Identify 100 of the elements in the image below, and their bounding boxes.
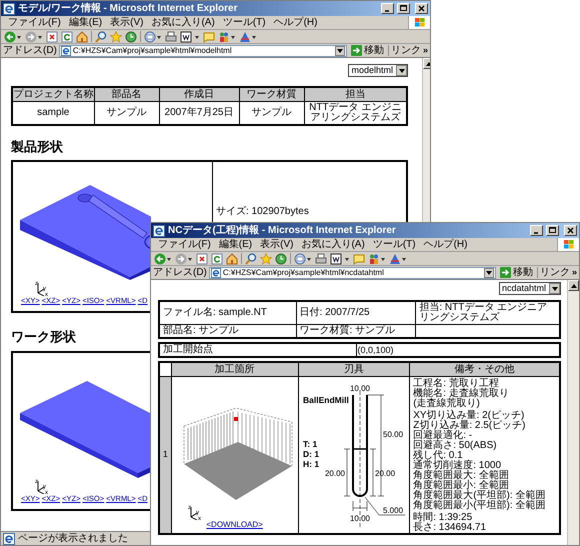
tool-parameter: H: 1 xyxy=(302,459,319,469)
download-link[interactable]: <DOWNLOAD> xyxy=(206,520,263,530)
home-button[interactable] xyxy=(76,30,88,42)
note-text: 機能名: 走査線荒取り xyxy=(413,389,510,399)
note-text: 回避最適化: - xyxy=(413,431,472,441)
close-button[interactable] xyxy=(415,3,428,14)
menu-item[interactable]: 表示(V) xyxy=(106,18,148,28)
note-text: (走査線荒取り) xyxy=(413,399,481,409)
caret-icon xyxy=(426,62,430,66)
refresh-button[interactable] xyxy=(61,30,73,42)
address-dropdown-button[interactable] xyxy=(484,268,494,278)
go-button[interactable]: 移動 xyxy=(498,267,535,278)
dimension-label: 20.00 xyxy=(324,469,345,478)
close-button[interactable] xyxy=(564,225,577,236)
caret-icon xyxy=(570,284,576,288)
page-icon xyxy=(60,46,71,56)
go-button[interactable]: 移動 xyxy=(348,45,386,56)
arrow-icon xyxy=(350,45,362,56)
dimension-label: 10.00 xyxy=(350,514,370,523)
caret-icon xyxy=(486,270,492,274)
home-icon xyxy=(76,30,88,42)
menu-item[interactable]: 編集(E) xyxy=(64,18,106,28)
history-button[interactable] xyxy=(275,252,287,264)
note-text: 残し代: 0.1 xyxy=(413,451,463,461)
column-header: プロジェクト名称 xyxy=(12,87,94,102)
close-icon xyxy=(417,4,426,13)
tool-parameter: T: 1 xyxy=(302,439,317,449)
maximize-button[interactable] xyxy=(546,225,559,236)
column-header: 部品名 xyxy=(94,87,159,102)
menu-item[interactable]: 編集(E) xyxy=(214,240,256,250)
page-icon xyxy=(210,268,221,278)
address-label: アドレス(D) xyxy=(153,268,207,278)
minimize-button[interactable] xyxy=(381,3,394,14)
menu-item[interactable]: お気に入り(A) xyxy=(297,240,369,250)
forward-button[interactable] xyxy=(175,252,193,264)
note-text: 通常切削速度: 1000 xyxy=(413,461,502,471)
edit-button[interactable] xyxy=(330,252,350,264)
stop-button[interactable] xyxy=(46,30,58,42)
menu-item[interactable]: お気に入り(A) xyxy=(147,18,219,28)
menu-item[interactable]: ツール(T) xyxy=(368,240,420,250)
menu-item[interactable]: ヘルプ(H) xyxy=(420,240,472,250)
page-dropdown[interactable]: modelhtml xyxy=(348,64,408,77)
note-text: 工程名: 荒取り工程 xyxy=(413,379,500,389)
home-button[interactable] xyxy=(226,252,238,264)
links-button[interactable]: リンク xyxy=(540,268,570,278)
forward-button[interactable] xyxy=(25,30,43,42)
vertical-scrollbar[interactable] xyxy=(567,280,579,545)
note-text: 回避高さ: 50(ABS) xyxy=(413,441,498,451)
print-icon xyxy=(315,252,327,264)
search-icon xyxy=(95,30,107,42)
minimize-button[interactable] xyxy=(530,225,543,236)
file-size-text: サイズ: 102907bytes xyxy=(216,206,309,217)
note-text: 角度範囲最大: 全範囲 xyxy=(413,471,510,481)
address-dropdown-button[interactable] xyxy=(334,46,345,56)
table-cell: 担当: NTTデータ エンジニアリングシステムズ xyxy=(416,301,560,324)
column-header: 担当 xyxy=(304,87,407,102)
edit-button[interactable] xyxy=(180,30,200,42)
more-links-button[interactable]: » xyxy=(422,46,428,55)
window-title: NCデータ(工程)情報 - Microsoft Internet Explorer xyxy=(168,226,397,236)
back-button[interactable] xyxy=(4,30,22,42)
back-icon xyxy=(154,252,172,264)
column-header: ワーク材質 xyxy=(239,87,304,102)
status-text: ページが表示されました xyxy=(18,534,128,544)
links-button[interactable]: リンク xyxy=(390,46,421,56)
page-dropdown[interactable]: ncdatahtml xyxy=(498,282,561,295)
more-links-button[interactable]: » xyxy=(572,268,577,277)
history-icon xyxy=(125,30,137,42)
stop-button[interactable] xyxy=(196,252,208,264)
search-button[interactable] xyxy=(95,30,107,42)
caret-icon xyxy=(398,68,404,72)
section-heading: ワーク形状 xyxy=(11,329,76,345)
page-icon xyxy=(3,2,15,14)
back-button[interactable] xyxy=(154,252,172,264)
scroll-up-button[interactable] xyxy=(568,280,579,291)
address-field[interactable]: C:¥HZS¥Cam¥proj¥sample¥html¥modelhtml xyxy=(58,44,347,56)
menu-item[interactable]: ファイル(F) xyxy=(4,18,65,28)
discuss-icon xyxy=(353,252,365,264)
dimension-label: 5.000 xyxy=(382,506,403,515)
menu-item[interactable]: ファイル(F) xyxy=(154,240,215,250)
row-number: 1 xyxy=(159,376,172,534)
column-header: 作成日 xyxy=(159,87,239,102)
print-button[interactable] xyxy=(315,252,327,264)
stop-icon xyxy=(196,252,208,264)
page-icon xyxy=(3,532,15,544)
address-field[interactable]: C:¥HZS¥Cam¥proj¥sample¥html¥ncdatahtml xyxy=(208,266,496,278)
arrow-icon xyxy=(500,267,511,278)
search-button[interactable] xyxy=(245,252,257,264)
print-button[interactable] xyxy=(165,30,177,42)
note-text: 角度範囲最小(平坦部): 全範囲 xyxy=(413,501,546,511)
menu-item[interactable]: ヘルプ(H) xyxy=(270,18,322,28)
maximize-icon xyxy=(548,226,557,235)
menu-item[interactable]: 表示(V) xyxy=(256,240,298,250)
maximize-button[interactable] xyxy=(397,3,410,14)
note-text: 長さ: 134694.71 xyxy=(413,523,488,533)
history-button[interactable] xyxy=(125,30,137,42)
refresh-button[interactable] xyxy=(211,252,223,264)
section-heading: 製品形状 xyxy=(11,139,63,155)
menu-item[interactable]: ツール(T) xyxy=(218,18,270,28)
column-header: 刃具 xyxy=(298,362,410,376)
table-cell: ファイル名: sample.NT xyxy=(159,301,296,324)
